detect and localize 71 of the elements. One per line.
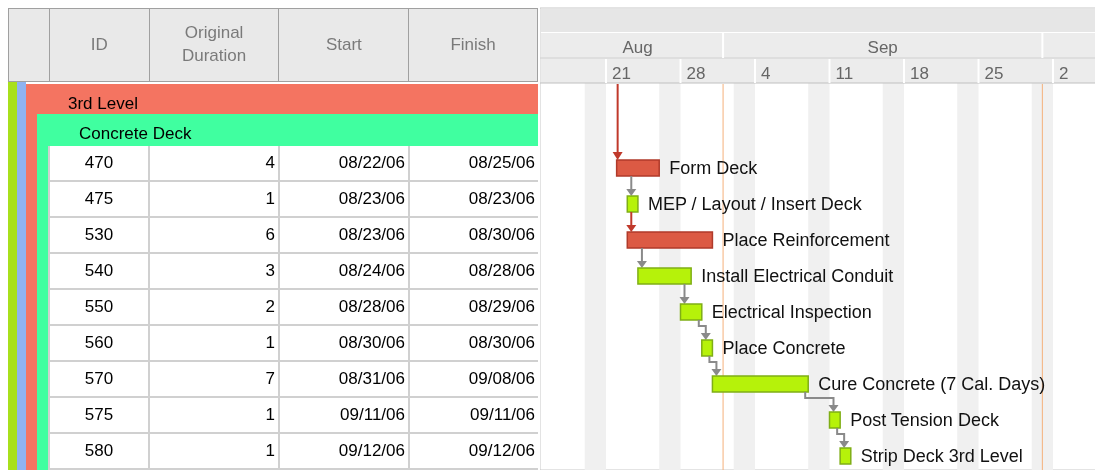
month-label: Sep (867, 38, 898, 57)
week-label: 21 (612, 64, 631, 83)
task-label: MEP / Layout / Insert Deck (647, 194, 862, 214)
table-cell: 475 (48, 182, 148, 218)
table-cell: 08/31/06 (278, 362, 408, 398)
wbs-title: 3rd Level (67, 93, 139, 114)
table-cell: 08/30/06 (408, 326, 538, 362)
task-label: Cure Concrete (7 Cal. Days) (818, 374, 1046, 394)
table-cell: 08/30/06 (278, 326, 408, 362)
table-cell: 08/23/06 (408, 182, 538, 218)
table-cell: 08/25/06 (408, 146, 538, 182)
task-bar[interactable] (615, 159, 660, 177)
dependency-arrow (836, 427, 850, 448)
table-cell: 470 (48, 146, 148, 182)
table-cell: 1 (148, 326, 278, 362)
task-label: Electrical Inspection (711, 302, 872, 322)
task-label: Post Tension Deck (850, 410, 999, 430)
task-label: Strip Deck 3rd Level (860, 446, 1023, 466)
table-cell: 09/12/06 (408, 434, 538, 470)
table-cell: 09/08/06 (408, 362, 538, 398)
dependency-arrow (679, 283, 690, 304)
task-label: Place Reinforcement (722, 230, 890, 250)
table-cell: 1 (148, 398, 278, 434)
task-label: Install Electrical Conduit (701, 266, 894, 286)
table-cell: 560 (48, 326, 148, 362)
table-cell: 580 (48, 434, 148, 470)
table-cell: 530 (48, 218, 148, 254)
table-cell: 08/24/06 (278, 254, 408, 290)
column-header[interactable]: Start (278, 9, 409, 81)
table-cell: 08/22/06 (278, 146, 408, 182)
table-cell: 575 (48, 398, 148, 434)
table-cell: 08/28/06 (408, 254, 538, 290)
table-cell: 08/23/06 (278, 182, 408, 218)
task-label: Place Concrete (722, 338, 846, 358)
table-cell: 09/12/06 (278, 434, 408, 470)
table-cell: 570 (48, 362, 148, 398)
dependency-arrow (697, 319, 711, 340)
table-cell: 08/28/06 (278, 290, 408, 326)
month-label: Aug (622, 38, 653, 57)
dependency-arrow (626, 211, 637, 232)
table-cell: 540 (48, 254, 148, 290)
table-cell: 3 (148, 254, 278, 290)
dependency-arrow (708, 355, 722, 376)
task-bar[interactable] (626, 231, 714, 249)
table-cell: 6 (148, 218, 278, 254)
week-label: 25 (984, 64, 1004, 83)
dependency-arrow (636, 247, 647, 268)
week-label: 11 (835, 64, 854, 83)
week-label: 28 (686, 64, 706, 83)
table-cell: 08/29/06 (408, 290, 538, 326)
wbs-title: Concrete Deck (78, 123, 193, 145)
table-cell: 09/11/06 (408, 398, 538, 434)
week-label: 4 (761, 64, 771, 83)
dependency-arrow (626, 175, 637, 196)
table-cell: 08/30/06 (408, 218, 538, 254)
table-cell: 4 (148, 146, 278, 182)
table-cell: 1 (148, 182, 278, 218)
task-bar[interactable] (701, 339, 714, 357)
week-label: 18 (910, 64, 929, 83)
column-header[interactable]: Original Duration (148, 9, 279, 81)
column-header[interactable]: Finish (408, 9, 537, 81)
table-cell: 09/11/06 (278, 398, 408, 434)
dependency-arrow (804, 391, 839, 412)
task-label: Form Deck (669, 158, 758, 178)
table-cell: 2 (148, 290, 278, 326)
week-label: 2 (1059, 64, 1069, 83)
table-cell: 7 (148, 362, 278, 398)
table-cell: 1 (148, 434, 278, 470)
column-header[interactable]: ID (48, 9, 149, 81)
table-cell: 550 (48, 290, 148, 326)
table-cell: 08/23/06 (278, 218, 408, 254)
